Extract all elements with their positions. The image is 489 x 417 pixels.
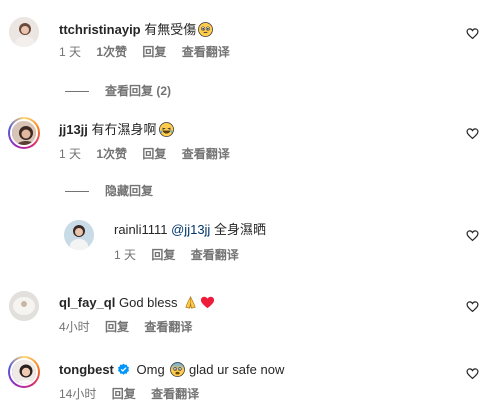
heart-outline-icon[interactable]	[466, 229, 479, 242]
reply-button[interactable]: 回复	[151, 248, 175, 262]
comment-text: 有無受傷	[144, 22, 197, 37]
translate-button[interactable]: 查看翻译	[191, 248, 239, 262]
comment-text: God bless	[118, 295, 178, 310]
heart-outline-icon[interactable]	[466, 367, 479, 380]
heart-outline-icon[interactable]	[466, 127, 479, 140]
avatar[interactable]	[8, 356, 40, 388]
divider-dash	[65, 91, 89, 93]
mention-link[interactable]: @jj13jj	[171, 222, 210, 237]
heart-outline-icon[interactable]	[466, 300, 479, 313]
timestamp: 4小时	[59, 320, 90, 334]
red-heart-icon	[201, 296, 215, 309]
reply-button[interactable]: 回复	[142, 45, 166, 59]
username[interactable]: jj13jj	[59, 122, 88, 137]
comment-line: ttchristinayip 有無受傷	[59, 22, 214, 38]
username[interactable]: tongbest	[59, 362, 114, 377]
comment-meta: 1 天 回复 查看翻译	[114, 247, 251, 263]
avatar[interactable]	[9, 291, 39, 321]
pleading-face-icon	[198, 22, 214, 37]
comment-meta: 1 天 1次赞 回复 查看翻译	[59, 146, 242, 162]
comment-text: 有冇濕身啊	[91, 122, 157, 137]
verified-badge-icon	[117, 363, 129, 375]
comment-line: ql_fay_ql God bless	[59, 295, 215, 311]
timestamp: 1 天	[114, 248, 137, 262]
timestamp: 1 天	[59, 45, 82, 59]
translate-button[interactable]: 查看翻译	[151, 387, 199, 401]
likes-count[interactable]: 1次赞	[96, 45, 127, 59]
view-replies-button[interactable]: 查看回复 (2)	[65, 82, 171, 99]
comment-text: Omg	[136, 362, 165, 377]
comment-line: jj13jj 有冇濕身啊	[59, 122, 174, 138]
comment-text: glad ur safe now	[188, 362, 285, 377]
laughing-face-icon	[158, 122, 174, 137]
folded-hands-icon	[185, 296, 196, 309]
hide-replies-label: 隐藏回复	[105, 184, 154, 198]
likes-count[interactable]: 1次赞	[96, 147, 127, 161]
avatar[interactable]	[9, 17, 39, 47]
username[interactable]: rainli1111	[114, 222, 167, 237]
comment-meta: 4小时 回复 查看翻译	[59, 319, 204, 335]
reply-line: rainli1111 @jj13jj 全身濕晒	[114, 222, 266, 238]
comment-meta: 14小时 回复 查看翻译	[59, 386, 211, 402]
view-replies-label: 查看回复 (2)	[105, 84, 172, 98]
fearful-face-icon	[170, 362, 186, 377]
divider-dash	[65, 191, 89, 193]
reply-button[interactable]: 回复	[112, 387, 136, 401]
timestamp: 14小时	[59, 387, 97, 401]
reply-button[interactable]: 回复	[105, 320, 129, 334]
username[interactable]: ql_fay_ql	[59, 295, 115, 310]
translate-button[interactable]: 查看翻译	[144, 320, 192, 334]
avatar[interactable]	[8, 117, 40, 149]
comment-text: 全身濕晒	[213, 222, 266, 237]
username[interactable]: ttchristinayip	[59, 22, 141, 37]
comment-meta: 1 天 1次赞 回复 查看翻译	[59, 44, 242, 60]
translate-button[interactable]: 查看翻译	[182, 45, 230, 59]
translate-button[interactable]: 查看翻译	[182, 147, 230, 161]
comment-line: tongbest Omg glad ur safe now	[59, 362, 284, 378]
avatar[interactable]	[64, 220, 94, 250]
heart-outline-icon[interactable]	[466, 27, 479, 40]
reply-button[interactable]: 回复	[142, 147, 166, 161]
hide-replies-button[interactable]: 隐藏回复	[65, 182, 153, 199]
timestamp: 1 天	[59, 147, 82, 161]
